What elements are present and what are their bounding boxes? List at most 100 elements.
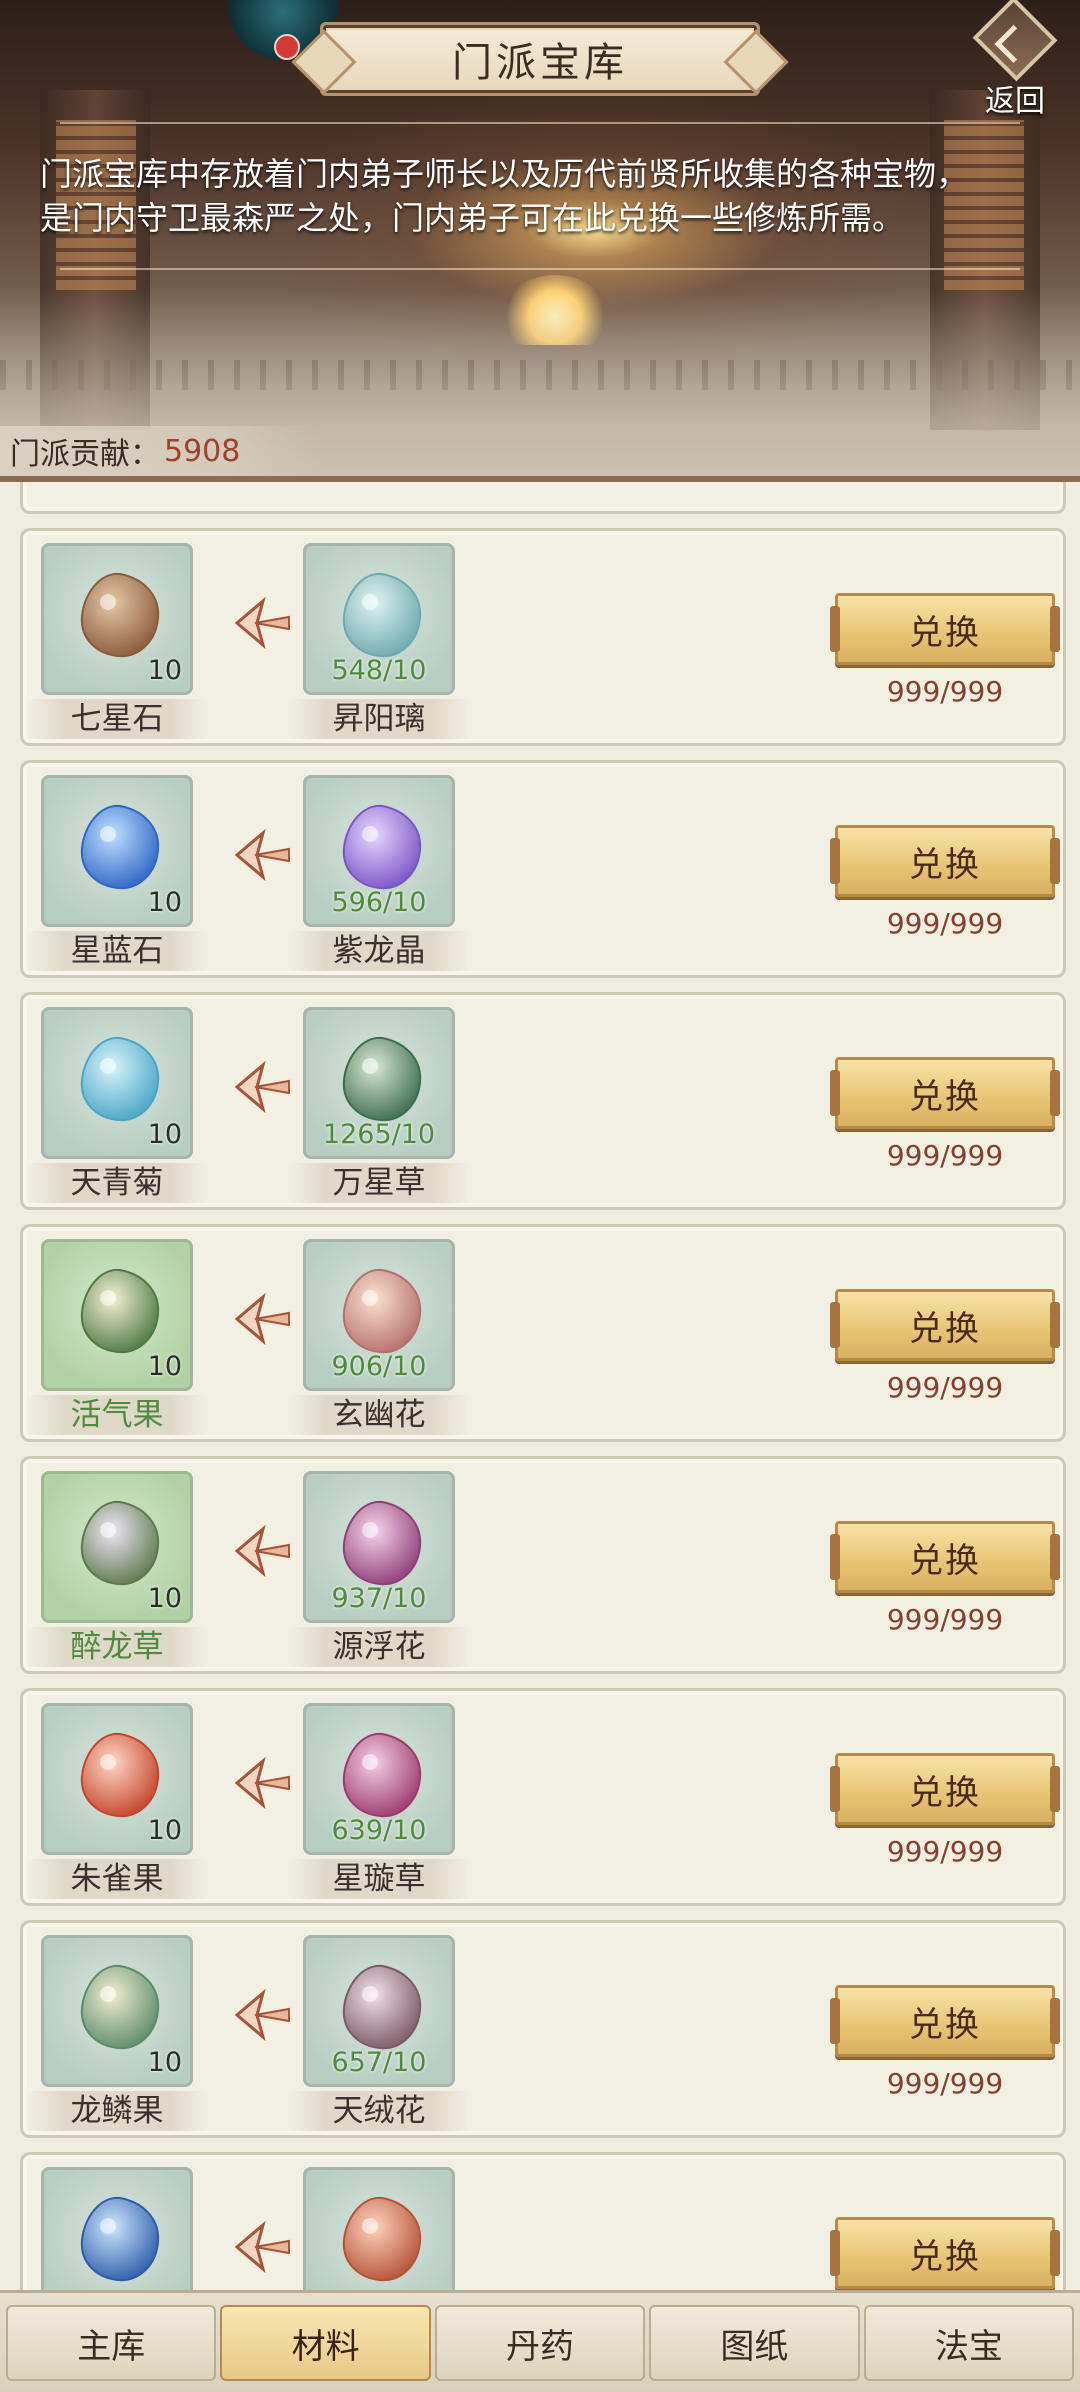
target-item-name: 源浮花 bbox=[289, 1627, 469, 1667]
source-item-slot[interactable]: 10 bbox=[41, 1007, 193, 1159]
exchange-button[interactable]: 兑换 bbox=[830, 1985, 1060, 2057]
exchange-list[interactable]: 10 七星石 548/10 昇阳璃 兑换 999/999 10 星蓝石 596/… bbox=[0, 482, 1080, 2290]
exchange-arrow-icon bbox=[234, 1293, 290, 1345]
stock-remaining: 999/999 bbox=[886, 1371, 1004, 1404]
source-item-count: 10 bbox=[147, 2047, 182, 2078]
exchange-row: 10 朱雀果 639/10 星璇草 兑换 999/999 bbox=[20, 1688, 1066, 1906]
target-item-name: 昇阳璃 bbox=[289, 699, 469, 739]
tab-label: 图纸 bbox=[720, 2326, 789, 2367]
target-item-slot[interactable]: 937/10 bbox=[303, 1471, 455, 1623]
exchange-button[interactable]: 兑换 bbox=[830, 825, 1060, 897]
source-item-slot[interactable]: 10 bbox=[41, 543, 193, 695]
target-item-slot[interactable]: 906/10 bbox=[303, 1239, 455, 1391]
bottom-divider bbox=[60, 268, 1020, 270]
source-item-slot[interactable]: 10 bbox=[41, 775, 193, 927]
treasury-description: 门派宝库中存放着门内弟子师长以及历代前贤所收集的各种宝物， 是门内守卫最森严之处… bbox=[40, 152, 1060, 240]
floating-flower-icon bbox=[342, 1500, 422, 1586]
tab-label: 材料 bbox=[291, 2326, 360, 2367]
red-berry-icon bbox=[80, 1732, 160, 1818]
stock-remaining: 999/999 bbox=[886, 1603, 1004, 1636]
target-item-slot[interactable] bbox=[303, 2167, 455, 2290]
source-item-name: 龙鳞果 bbox=[27, 2091, 207, 2131]
exchange-arrow-icon bbox=[234, 829, 290, 881]
contribution-display: 门派贡献： 5908 bbox=[0, 426, 320, 476]
target-item-name: 天绒花 bbox=[289, 2091, 469, 2131]
blue-gem-icon bbox=[80, 804, 160, 890]
brown-stone-icon bbox=[80, 572, 160, 658]
exchange-button[interactable]: 兑换 bbox=[830, 1057, 1060, 1129]
stock-remaining: 999/999 bbox=[886, 907, 1004, 940]
stock-remaining: 999/999 bbox=[886, 675, 1004, 708]
source-item-slot[interactable]: 10 bbox=[41, 1471, 193, 1623]
exchange-row: 10 星蓝石 596/10 紫龙晶 兑换 999/999 bbox=[20, 760, 1066, 978]
source-item-count: 10 bbox=[147, 655, 182, 686]
list-item-partial bbox=[20, 482, 1066, 514]
back-button[interactable]: 返回 bbox=[960, 0, 1070, 120]
exchange-button[interactable]: 兑换 bbox=[830, 1521, 1060, 1593]
target-item-count: 657/10 bbox=[331, 2047, 427, 2078]
source-item-count: 10 bbox=[147, 1583, 182, 1614]
target-item-slot[interactable]: 639/10 bbox=[303, 1703, 455, 1855]
contribution-value: 5908 bbox=[164, 433, 241, 469]
contribution-label: 门派贡献： bbox=[10, 437, 160, 472]
exchange-row: 兑换 bbox=[20, 2152, 1066, 2290]
source-item-count: 10 bbox=[147, 1351, 182, 1382]
target-item-slot[interactable]: 548/10 bbox=[303, 543, 455, 695]
tab-materials[interactable]: 材料 bbox=[220, 2305, 431, 2381]
title-plate: 门派宝库 bbox=[320, 22, 760, 96]
target-item-slot[interactable]: 657/10 bbox=[303, 1935, 455, 2087]
tab-main-vault[interactable]: 主库 bbox=[6, 2305, 217, 2381]
target-item-slot[interactable]: 1265/10 bbox=[303, 1007, 455, 1159]
velvet-flower-icon bbox=[342, 1964, 422, 2050]
stock-remaining: 999/999 bbox=[886, 2067, 1004, 2100]
tab-label: 法宝 bbox=[934, 2326, 1003, 2367]
exchange-row: 10 天青菊 1265/10 万星草 兑换 999/999 bbox=[20, 992, 1066, 1210]
tab-pills[interactable]: 丹药 bbox=[434, 2305, 646, 2381]
source-item-slot[interactable]: 10 bbox=[41, 1703, 193, 1855]
target-item-name: 星璇草 bbox=[289, 1859, 469, 1899]
cyan-chrysanthemum-icon bbox=[80, 1036, 160, 1122]
purple-crystal-icon bbox=[342, 804, 422, 890]
source-item-name: 星蓝石 bbox=[27, 931, 207, 971]
target-item-count: 937/10 bbox=[331, 1583, 427, 1614]
stock-remaining: 999/999 bbox=[886, 1139, 1004, 1172]
exchange-button[interactable]: 兑换 bbox=[830, 1753, 1060, 1825]
exchange-row: 10 七星石 548/10 昇阳璃 兑换 999/999 bbox=[20, 528, 1066, 746]
exchange-arrow-icon bbox=[234, 1989, 290, 2041]
description-line-2: 是门内守卫最森严之处，门内弟子可在此兑换一些修炼所需。 bbox=[40, 199, 905, 237]
target-item-count: 1265/10 bbox=[322, 1119, 436, 1150]
source-item-name: 七星石 bbox=[27, 699, 207, 739]
stock-remaining: 999/999 bbox=[886, 1835, 1004, 1868]
description-line-1: 门派宝库中存放着门内弟子师长以及历代前贤所收集的各种宝物， bbox=[40, 155, 969, 193]
treasury-banner: 门派宝库 返回 门派宝库中存放着门内弟子师长以及历代前贤所收集的各种宝物， 是门… bbox=[0, 0, 1080, 480]
source-item-count: 10 bbox=[147, 1119, 182, 1150]
exchange-button[interactable]: 兑换 bbox=[830, 2217, 1060, 2289]
red-cone-icon bbox=[342, 2196, 422, 2282]
exchange-button[interactable]: 兑换 bbox=[830, 593, 1060, 665]
source-item-name: 醉龙草 bbox=[27, 1627, 207, 1667]
source-item-slot[interactable]: 10 bbox=[41, 1935, 193, 2087]
source-item-name: 天青菊 bbox=[27, 1163, 207, 1203]
exchange-arrow-icon bbox=[234, 597, 290, 649]
category-tabs: 主库 材料 丹药 图纸 法宝 bbox=[0, 2290, 1080, 2392]
star-herb-icon bbox=[342, 1036, 422, 1122]
target-item-count: 596/10 bbox=[331, 887, 427, 918]
target-item-slot[interactable]: 596/10 bbox=[303, 775, 455, 927]
target-item-count: 639/10 bbox=[331, 1815, 427, 1846]
top-divider bbox=[60, 122, 1020, 124]
exchange-button[interactable]: 兑换 bbox=[830, 1289, 1060, 1361]
target-item-count: 548/10 bbox=[331, 655, 427, 686]
target-item-name: 万星草 bbox=[289, 1163, 469, 1203]
tab-blueprints[interactable]: 图纸 bbox=[649, 2305, 860, 2381]
target-item-name: 玄幽花 bbox=[289, 1395, 469, 1435]
source-item-slot[interactable] bbox=[41, 2167, 193, 2290]
source-item-name: 活气果 bbox=[27, 1395, 207, 1435]
tab-artifacts[interactable]: 法宝 bbox=[863, 2305, 1075, 2381]
mystic-flower-icon bbox=[342, 1268, 422, 1354]
tab-label: 丹药 bbox=[506, 2326, 575, 2367]
source-item-count: 10 bbox=[147, 887, 182, 918]
source-item-slot[interactable]: 10 bbox=[41, 1239, 193, 1391]
exchange-arrow-icon bbox=[234, 2221, 290, 2273]
source-item-name: 朱雀果 bbox=[27, 1859, 207, 1899]
back-label: 返回 bbox=[985, 84, 1045, 119]
